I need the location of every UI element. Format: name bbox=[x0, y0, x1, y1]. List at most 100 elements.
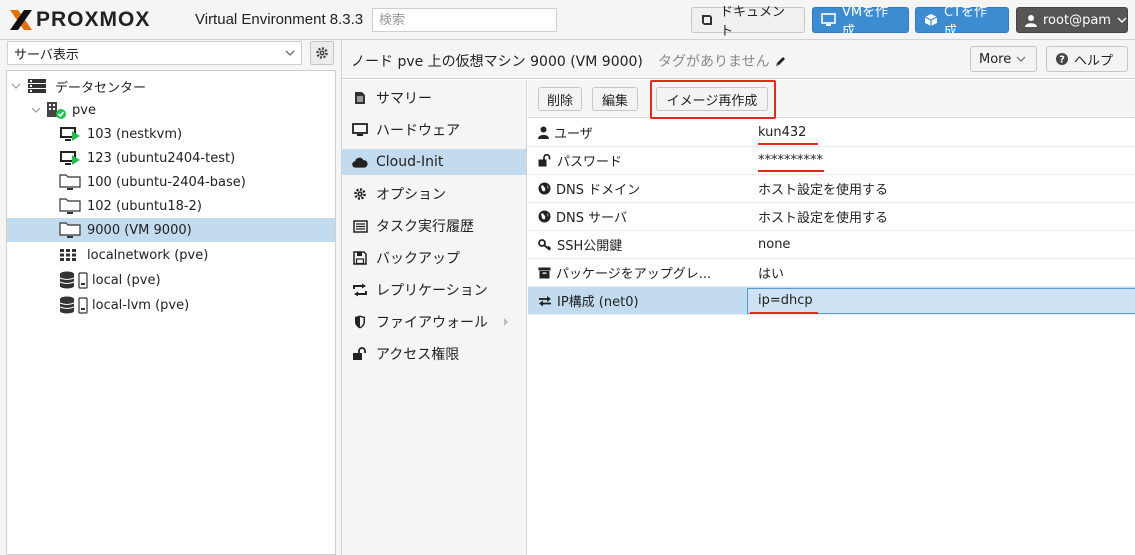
tree-item-label: 123 (ubuntu2404-test) bbox=[87, 150, 236, 166]
chevron-right-icon[interactable] bbox=[502, 317, 510, 327]
nav-item-label: ハードウェア bbox=[376, 123, 460, 139]
cube-icon bbox=[924, 14, 938, 26]
create-vm-button[interactable]: VMを作成 bbox=[812, 5, 909, 39]
property-key: パスワード bbox=[557, 155, 623, 170]
tree-settings-button[interactable] bbox=[310, 41, 334, 65]
vm-running-icon bbox=[60, 127, 80, 141]
datacenter-icon bbox=[28, 79, 46, 93]
monitor-icon bbox=[352, 123, 368, 136]
main-header: ノード pve 上の仮想マシン 9000 (VM 9000) タグがありません … bbox=[342, 40, 1135, 79]
tree-item-label: local (pve) bbox=[92, 272, 161, 288]
tree-item-label: pve bbox=[72, 102, 96, 118]
user-menu-button[interactable]: root@pam bbox=[1016, 7, 1128, 33]
create-ct-label: CTを作成 bbox=[944, 5, 988, 39]
top-bar: PROXMOX Virtual Environment 8.3.3 ドキュメント… bbox=[0, 0, 1135, 40]
documentation-label: ドキュメント bbox=[720, 5, 786, 39]
tree-item-datacenter[interactable]: データセンター bbox=[7, 74, 335, 98]
resource-panel: サーバ表示 データセンター pve 103 (nestkvm) 123 (ubu… bbox=[0, 40, 336, 555]
proxmox-x-icon bbox=[10, 10, 32, 30]
tree-item-vm-9000[interactable]: 9000 (VM 9000) bbox=[7, 218, 335, 242]
nav-item-summary[interactable]: サマリー bbox=[342, 85, 526, 111]
tree-item-label: localnetwork (pve) bbox=[87, 247, 209, 263]
resource-tree: データセンター pve 103 (nestkvm) 123 (ubuntu240… bbox=[6, 70, 336, 555]
vm-running-icon bbox=[60, 151, 80, 165]
network-icon bbox=[60, 249, 76, 261]
more-button[interactable]: More bbox=[970, 46, 1037, 72]
nav-item-label: バックアップ bbox=[376, 251, 460, 267]
user-icon bbox=[538, 126, 549, 139]
nav-item-backup[interactable]: バックアップ bbox=[342, 245, 526, 271]
property-row-password[interactable]: パスワード ********** bbox=[528, 147, 1135, 175]
nav-item-permissions[interactable]: アクセス権限 bbox=[342, 341, 526, 367]
globe-icon bbox=[538, 210, 551, 223]
chevron-down-icon[interactable] bbox=[31, 106, 41, 114]
property-value: none bbox=[758, 237, 791, 252]
help-label: ヘルプ bbox=[1074, 53, 1114, 69]
tree-item-label: 103 (nestkvm) bbox=[87, 126, 183, 142]
monitor-icon bbox=[821, 13, 836, 26]
summary-icon bbox=[355, 92, 365, 104]
pencil-icon[interactable] bbox=[774, 55, 787, 68]
nav-item-hardware[interactable]: ハードウェア bbox=[342, 117, 526, 143]
gear-icon bbox=[354, 188, 366, 200]
tree-item-vm-102[interactable]: 102 (ubuntu18-2) bbox=[7, 194, 335, 218]
property-value: ********** bbox=[758, 153, 823, 168]
template-icon bbox=[59, 174, 81, 190]
nav-item-label: タスク実行履歴 bbox=[376, 219, 474, 235]
property-row-dns-server[interactable]: DNS サーバ ホスト設定を使用する bbox=[528, 203, 1135, 231]
proxmox-logo[interactable]: PROXMOX bbox=[8, 8, 150, 32]
property-value: ip=dhcp bbox=[758, 293, 813, 308]
nav-item-firewall[interactable]: ファイアウォール bbox=[342, 309, 526, 335]
property-row-ssh-key[interactable]: SSH公開鍵 none bbox=[528, 231, 1135, 259]
globe-icon bbox=[538, 182, 551, 195]
tree-item-node-pve[interactable]: pve bbox=[7, 98, 335, 122]
more-label: More bbox=[979, 51, 1012, 67]
tags-area: タグがありません bbox=[658, 51, 787, 71]
tree-item-vm-103[interactable]: 103 (nestkvm) bbox=[7, 122, 335, 146]
property-row-package-upgrade[interactable]: パッケージをアップグレ... はい bbox=[528, 259, 1135, 287]
tree-item-vm-100[interactable]: 100 (ubuntu-2404-base) bbox=[7, 170, 335, 194]
delete-button[interactable]: 削除 bbox=[538, 87, 582, 111]
documentation-button[interactable]: ドキュメント bbox=[691, 5, 805, 39]
gear-icon bbox=[316, 47, 328, 59]
nav-item-replication[interactable]: レプリケーション bbox=[342, 277, 526, 303]
property-row-user[interactable]: ユーザ kun432 bbox=[528, 119, 1135, 147]
cloud-init-panel: 削除 編集 イメージ再作成 ユーザ kun432 パスワード *********… bbox=[528, 80, 1135, 555]
highlight-underline bbox=[758, 170, 824, 172]
property-value: kun432 bbox=[758, 125, 807, 140]
chevron-down-icon[interactable] bbox=[11, 82, 21, 90]
brand-name: PROXMOX bbox=[36, 8, 151, 31]
search-input[interactable] bbox=[372, 8, 557, 32]
template-icon bbox=[59, 198, 81, 214]
property-value: ホスト設定を使用する bbox=[758, 211, 889, 226]
nav-item-label: サマリー bbox=[376, 91, 432, 107]
property-key: SSH公開鍵 bbox=[557, 239, 623, 254]
create-ct-button[interactable]: CTを作成 bbox=[915, 5, 1009, 39]
chevron-down-icon bbox=[285, 50, 295, 56]
archive-icon bbox=[538, 267, 551, 278]
user-icon bbox=[1025, 14, 1037, 27]
tree-item-label: 9000 (VM 9000) bbox=[87, 222, 192, 238]
nav-item-task-history[interactable]: タスク実行履歴 bbox=[342, 213, 526, 239]
tree-item-vm-123[interactable]: 123 (ubuntu2404-test) bbox=[7, 146, 335, 170]
tree-item-localnetwork[interactable]: localnetwork (pve) bbox=[7, 243, 335, 267]
key-icon bbox=[538, 238, 552, 251]
property-key: DNS ドメイン bbox=[556, 183, 641, 198]
property-row-ip-config[interactable]: IP構成 (net0) ip=dhcp bbox=[528, 287, 1135, 315]
help-button[interactable]: ? ヘルプ bbox=[1046, 46, 1128, 72]
property-value: ホスト設定を使用する bbox=[758, 183, 889, 198]
book-icon bbox=[702, 15, 712, 25]
cloud-icon bbox=[352, 157, 368, 168]
property-row-dns-domain[interactable]: DNS ドメイン ホスト設定を使用する bbox=[528, 175, 1135, 203]
view-selector[interactable]: サーバ表示 bbox=[7, 41, 302, 65]
edit-button[interactable]: 編集 bbox=[592, 87, 638, 111]
tree-item-storage-local[interactable]: local (pve) bbox=[7, 268, 335, 292]
nav-item-cloud-init[interactable]: Cloud-Init bbox=[342, 149, 526, 175]
tree-item-label: 102 (ubuntu18-2) bbox=[87, 198, 202, 214]
floppy-icon bbox=[353, 251, 367, 265]
nav-item-options[interactable]: オプション bbox=[342, 181, 526, 207]
property-key: ユーザ bbox=[554, 127, 593, 142]
tree-item-storage-local-lvm[interactable]: local-lvm (pve) bbox=[7, 293, 335, 317]
nav-item-label: レプリケーション bbox=[376, 283, 488, 299]
highlight-underline bbox=[750, 312, 818, 314]
